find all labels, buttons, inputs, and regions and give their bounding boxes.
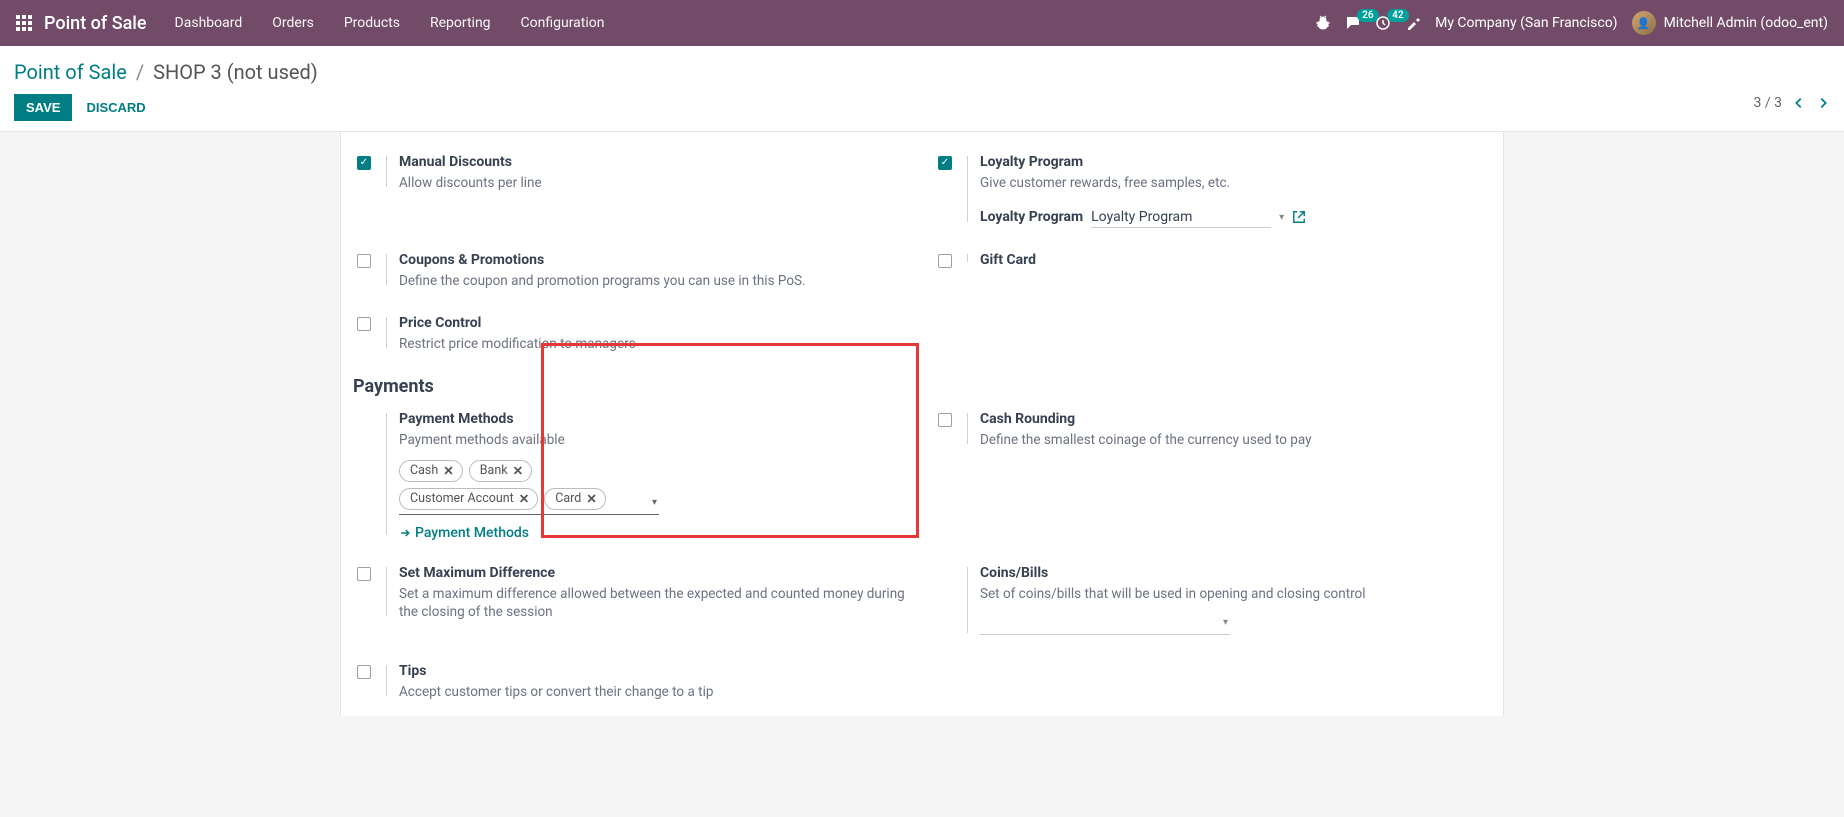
form-actions: SAVE DISCARD bbox=[14, 94, 146, 121]
tag-card: Card✕ bbox=[544, 488, 606, 510]
remove-tag-cash[interactable]: ✕ bbox=[443, 463, 453, 479]
tips-checkbox[interactable] bbox=[357, 665, 371, 679]
save-button[interactable]: SAVE bbox=[14, 94, 72, 121]
gift-card-title: Gift Card bbox=[980, 252, 1487, 268]
external-link-icon[interactable] bbox=[1292, 210, 1306, 224]
set-max-diff-title: Set Maximum Difference bbox=[399, 565, 906, 581]
pager: 3 / 3 bbox=[1754, 95, 1830, 111]
payment-methods-tags[interactable]: Cash✕ Bank✕ Customer Account✕ Card✕ ▾ bbox=[399, 460, 659, 515]
company-name[interactable]: My Company (San Francisco) bbox=[1435, 15, 1617, 31]
manual-discounts-title: Manual Discounts bbox=[399, 154, 906, 170]
control-panel: Point of Sale / SHOP 3 (not used) SAVE D… bbox=[0, 46, 1844, 132]
tag-customer-account: Customer Account✕ bbox=[399, 488, 538, 510]
coupons-desc: Define the coupon and promotion programs… bbox=[399, 272, 906, 291]
payments-section-title: Payments bbox=[341, 372, 1503, 405]
remove-tag-customer-account[interactable]: ✕ bbox=[519, 491, 529, 507]
main-nav: Dashboard Orders Products Reporting Conf… bbox=[175, 15, 605, 31]
payment-methods-desc: Payment methods available bbox=[399, 431, 906, 450]
breadcrumb-sep: / bbox=[136, 60, 144, 84]
coins-bills-title: Coins/Bills bbox=[980, 565, 1487, 581]
set-max-diff-desc: Set a maximum difference allowed between… bbox=[399, 585, 906, 623]
nav-products[interactable]: Products bbox=[344, 15, 400, 31]
tag-bank: Bank✕ bbox=[469, 460, 532, 482]
loyalty-program-input[interactable]: Loyalty Program bbox=[1091, 207, 1271, 228]
topbar-right: 26 42 My Company (San Francisco) 👤 Mitch… bbox=[1315, 11, 1828, 35]
form-sheet: Manual Discounts Allow discounts per lin… bbox=[340, 132, 1504, 716]
remove-tag-bank[interactable]: ✕ bbox=[513, 463, 523, 479]
loyalty-program-checkbox[interactable] bbox=[938, 156, 952, 170]
coupons-title: Coupons & Promotions bbox=[399, 252, 906, 268]
pager-text: 3 / 3 bbox=[1754, 95, 1782, 111]
loyalty-program-sublabel: Loyalty Program bbox=[980, 209, 1083, 225]
tips-desc: Accept customer tips or convert their ch… bbox=[399, 683, 906, 702]
remove-tag-card[interactable]: ✕ bbox=[586, 491, 596, 507]
coins-bills-desc: Set of coins/bills that will be used in … bbox=[980, 585, 1487, 604]
coupons-checkbox[interactable] bbox=[357, 254, 371, 268]
nav-configuration[interactable]: Configuration bbox=[521, 15, 605, 31]
price-control-checkbox[interactable] bbox=[357, 317, 371, 331]
caret-down-icon[interactable]: ▾ bbox=[1279, 212, 1284, 223]
breadcrumb-root[interactable]: Point of Sale bbox=[14, 60, 127, 84]
tools-icon[interactable] bbox=[1405, 15, 1421, 31]
nav-dashboard[interactable]: Dashboard bbox=[175, 15, 243, 31]
pager-next[interactable] bbox=[1816, 96, 1830, 110]
apps-icon[interactable] bbox=[16, 15, 32, 31]
cash-rounding-desc: Define the smallest coinage of the curre… bbox=[980, 431, 1487, 450]
breadcrumb-current: SHOP 3 (not used) bbox=[153, 60, 318, 84]
topbar: Point of Sale Dashboard Orders Products … bbox=[0, 0, 1844, 46]
tags-caret-icon[interactable]: ▾ bbox=[652, 497, 657, 508]
coins-bills-input[interactable] bbox=[980, 615, 1230, 635]
breadcrumb: Point of Sale / SHOP 3 (not used) bbox=[14, 60, 318, 84]
tag-cash: Cash✕ bbox=[399, 460, 463, 482]
manual-discounts-checkbox[interactable] bbox=[357, 156, 371, 170]
nav-reporting[interactable]: Reporting bbox=[430, 15, 491, 31]
cash-rounding-checkbox[interactable] bbox=[938, 413, 952, 427]
nav-orders[interactable]: Orders bbox=[272, 15, 314, 31]
payment-methods-link[interactable]: Payment Methods bbox=[399, 525, 906, 541]
gift-card-checkbox[interactable] bbox=[938, 254, 952, 268]
loyalty-program-title: Loyalty Program bbox=[980, 154, 1487, 170]
cash-rounding-title: Cash Rounding bbox=[980, 411, 1487, 427]
activities-icon[interactable]: 42 bbox=[1375, 15, 1391, 31]
messages-icon[interactable]: 26 bbox=[1345, 15, 1361, 31]
manual-discounts-desc: Allow discounts per line bbox=[399, 174, 906, 193]
user-name: Mitchell Admin (odoo_ent) bbox=[1664, 15, 1828, 31]
tips-title: Tips bbox=[399, 663, 906, 679]
brand-title[interactable]: Point of Sale bbox=[44, 13, 147, 34]
payment-methods-title: Payment Methods bbox=[399, 411, 906, 427]
discard-button[interactable]: DISCARD bbox=[86, 100, 145, 115]
main: Manual Discounts Allow discounts per lin… bbox=[0, 132, 1844, 716]
pager-prev[interactable] bbox=[1792, 96, 1806, 110]
price-control-desc: Restrict price modification to managers bbox=[399, 335, 906, 354]
loyalty-program-desc: Give customer rewards, free samples, etc… bbox=[980, 174, 1487, 193]
set-max-diff-checkbox[interactable] bbox=[357, 567, 371, 581]
avatar: 👤 bbox=[1632, 11, 1656, 35]
user-menu[interactable]: 👤 Mitchell Admin (odoo_ent) bbox=[1632, 11, 1828, 35]
price-control-title: Price Control bbox=[399, 315, 906, 331]
debug-icon[interactable] bbox=[1315, 15, 1331, 31]
